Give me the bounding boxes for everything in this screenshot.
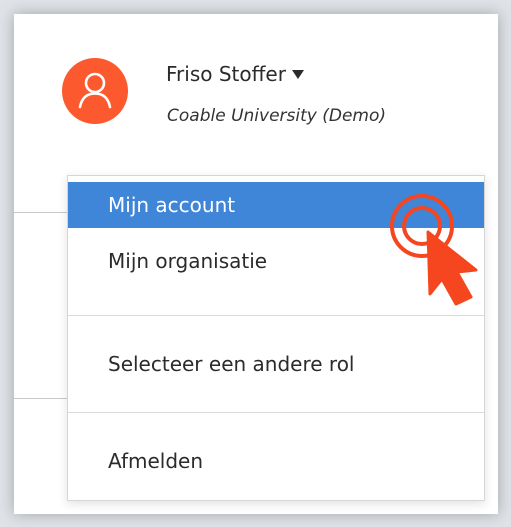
menu-item-afmelden[interactable]: Afmelden bbox=[68, 438, 484, 484]
user-icon bbox=[78, 72, 112, 109]
menu-divider bbox=[68, 315, 484, 316]
avatar[interactable] bbox=[62, 58, 128, 124]
organization-name: Coable University (Demo) bbox=[167, 106, 386, 126]
menu-item-selecteer-rol[interactable]: Selecteer een andere rol bbox=[68, 341, 484, 387]
user-name: Friso Stoffer bbox=[166, 62, 286, 86]
account-panel: Friso Stoffer Coable University (Demo) M… bbox=[14, 14, 498, 514]
background-divider bbox=[14, 212, 74, 213]
menu-divider bbox=[68, 412, 484, 413]
background-divider bbox=[14, 398, 74, 399]
click-pointer-icon bbox=[390, 194, 478, 306]
user-header: Friso Stoffer Coable University (Demo) bbox=[14, 14, 498, 164]
user-menu-toggle[interactable]: Friso Stoffer bbox=[166, 62, 304, 86]
caret-down-icon bbox=[291, 70, 304, 79]
